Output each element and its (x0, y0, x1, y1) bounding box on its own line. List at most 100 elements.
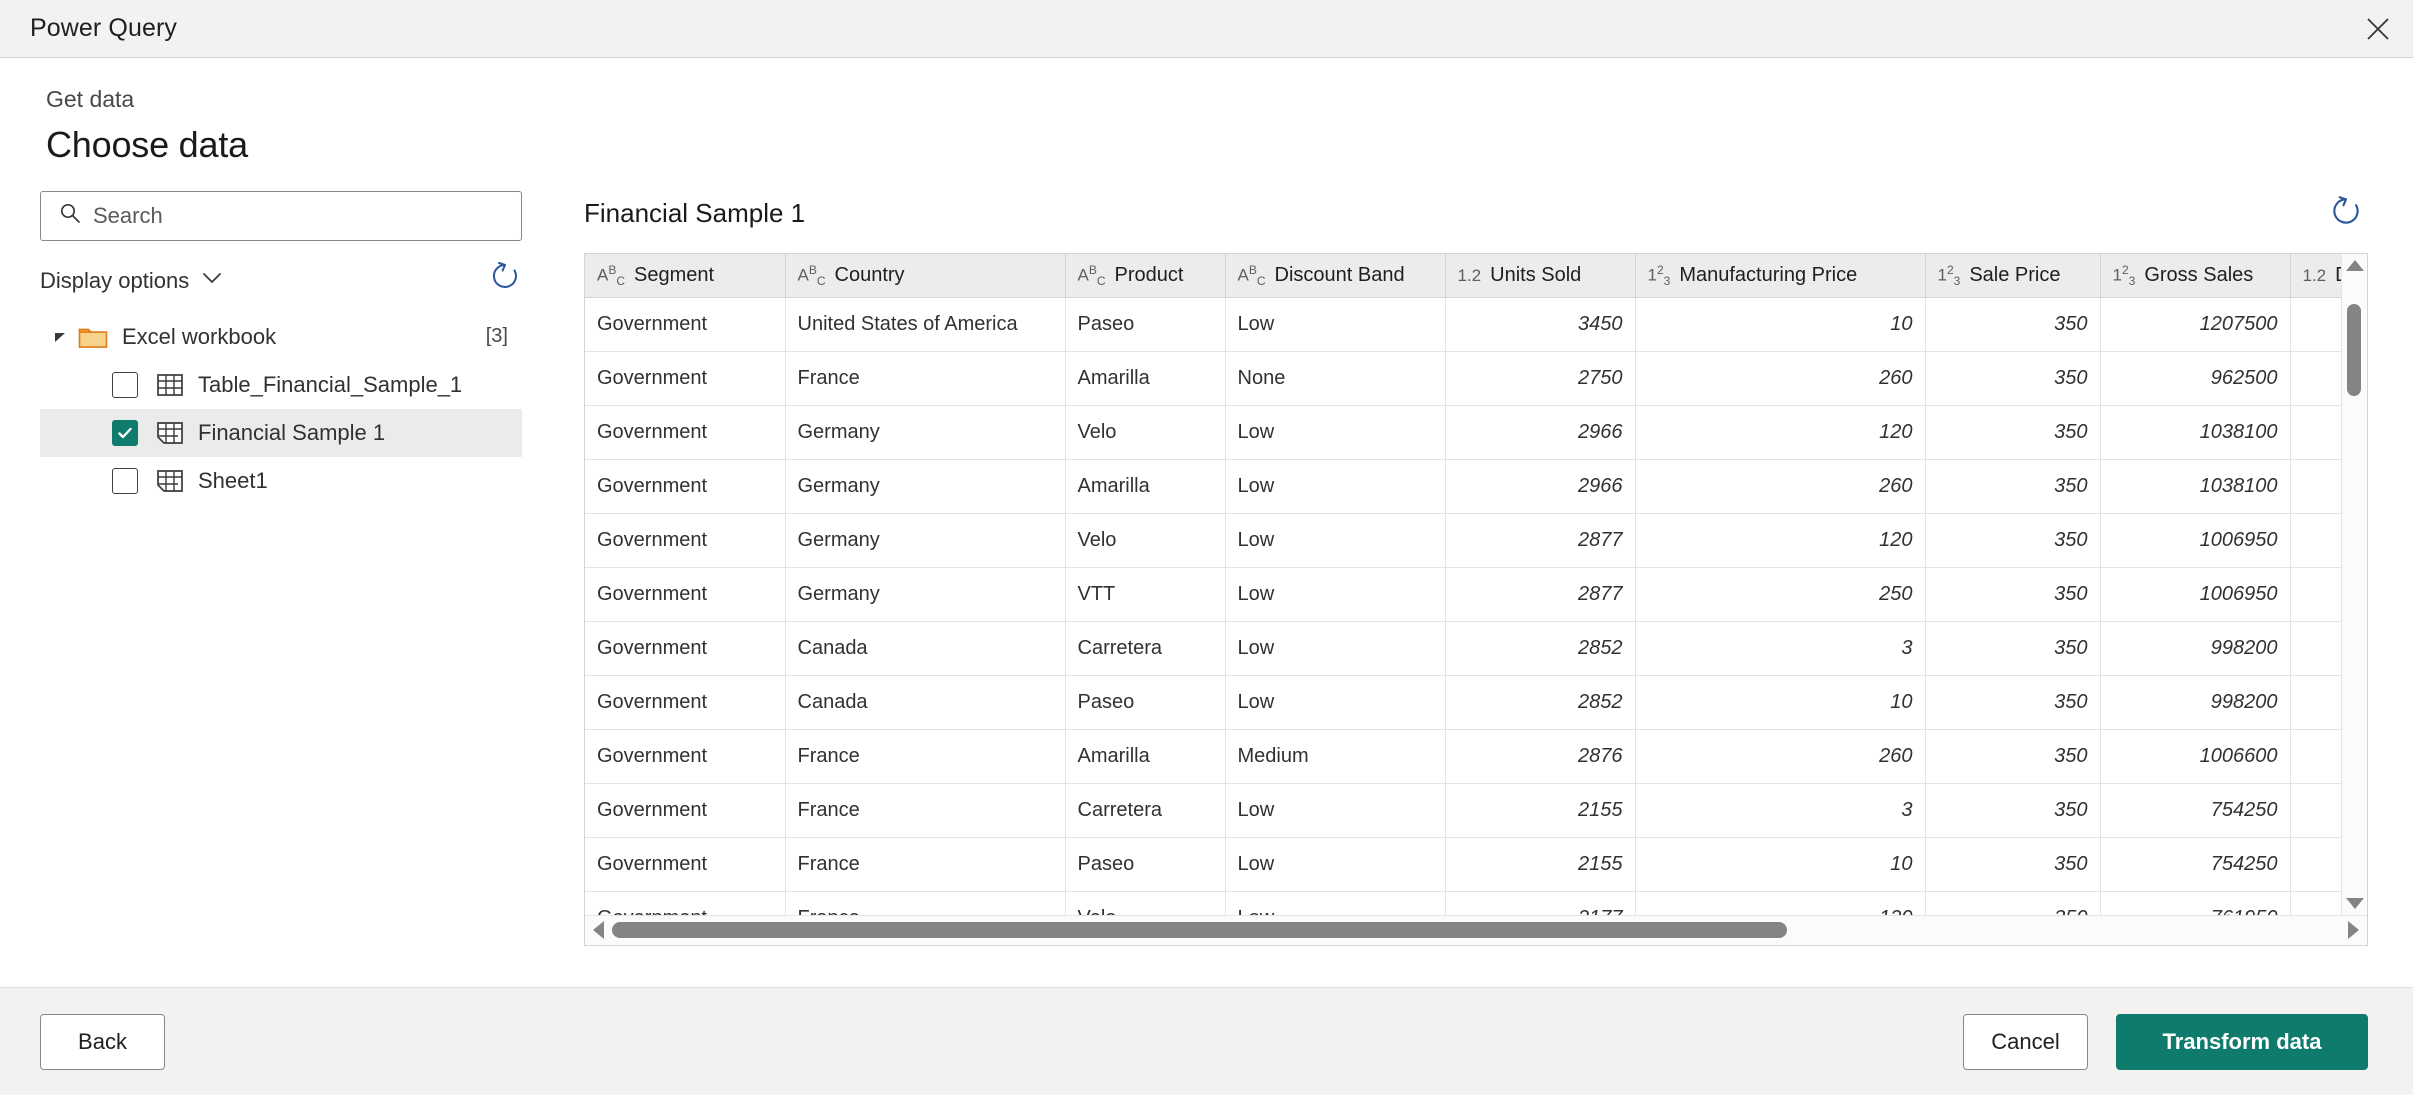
column-header-label: Country (834, 263, 905, 286)
tree-node-count: [3] (485, 325, 508, 348)
column-type-123-icon: 123 (2112, 262, 2136, 288)
column-header[interactable]: 123 Sale Price (1925, 253, 2101, 299)
horizontal-scrollbar[interactable] (585, 914, 2367, 945)
table-row[interactable]: Government France Carretera Low 2155 3 350 7542… (585, 783, 2341, 839)
search-box[interactable] (40, 190, 522, 241)
table-header-row: ABC Segment ABC Country ABC Product ABC Discoun… (585, 253, 2341, 299)
table-cell: Low (1225, 297, 1446, 353)
table-row[interactable]: Government Germany Velo Low 2966 120 350 103810… (585, 405, 2341, 461)
table-cell: 20139 (2290, 567, 2341, 623)
table-row[interactable]: Government France Amarilla None 2750 260 350 96… (585, 351, 2341, 407)
column-header[interactable]: 1.2 Discounts (2290, 253, 2341, 299)
table-cell: Government (585, 459, 786, 515)
table-cell: 350 (1925, 513, 2101, 569)
cancel-button[interactable]: Cancel (1963, 1013, 2088, 1070)
table-cell: 2876 (1445, 729, 1636, 785)
column-header[interactable]: ABC Segment (585, 253, 786, 299)
table-cell: 19964 (2290, 621, 2341, 677)
chevron-down-icon (201, 271, 223, 290)
table-cell: 2155 (1445, 837, 1636, 893)
column-header[interactable]: 123 Gross Sales (2100, 253, 2291, 299)
grid-viewport: ABC Segment ABC Country ABC Product ABC Discoun… (585, 253, 2341, 915)
table-cell: 20762 (2290, 405, 2341, 461)
table-row[interactable]: Government Germany Velo Low 2877 120 350 100695… (585, 513, 2341, 569)
scroll-down-arrow-icon[interactable] (2345, 897, 2364, 909)
tree-item-financial-sample-1[interactable]: Financial Sample 1 (40, 408, 522, 457)
tree-item-label: Table_Financial_Sample_1 (198, 371, 463, 397)
page-heading: Get data Choose data (0, 58, 2413, 166)
table-cell: 10 (1635, 297, 1926, 353)
transform-data-button[interactable]: Transform data (2116, 1013, 2368, 1070)
table-row[interactable]: GovernmentFrancePaseoLow2155103507542507… (585, 837, 2341, 893)
back-button[interactable]: Back (40, 1013, 165, 1070)
sheet-icon (156, 420, 184, 446)
table-row[interactable]: Government United States of America Paseo L… (585, 297, 2341, 353)
column-header[interactable]: ABC Discount Band (1225, 253, 1446, 299)
column-type-abc-icon: ABC (1077, 262, 1106, 288)
display-options-dropdown[interactable]: Display options (40, 268, 223, 294)
column-header-label: Product (1114, 263, 1184, 286)
column-type-1.2-icon: 1.2 (2302, 265, 2327, 285)
table-cell: 1038100 (2100, 459, 2291, 515)
table-cell: Carretera (1065, 621, 1226, 677)
table-cell: 260 (1635, 729, 1926, 785)
horizontal-scroll-thumb[interactable] (612, 922, 1788, 939)
table-cell: France (785, 891, 1066, 915)
column-header[interactable]: ABC Product (1065, 253, 1226, 299)
table-cell: 2852 (1445, 621, 1636, 677)
column-header[interactable]: ABC Country (785, 253, 1066, 299)
column-header-label: Sale Price (1969, 263, 2061, 286)
table-cell: 350 (1925, 675, 2101, 731)
column-header[interactable]: 123 Manufacturing Price (1635, 253, 1926, 299)
horizontal-scroll-track[interactable] (612, 922, 2340, 939)
triangle-expanded-icon[interactable] (50, 327, 70, 347)
tree-node-excel-workbook[interactable]: Excel workbook [3] (40, 313, 522, 361)
source-tree: Excel workbook [3] Table_Financial_Sampl… (40, 313, 522, 505)
table-cell: 19964 (2290, 675, 2341, 731)
table-row[interactable]: Government Germany Amarilla Low 2966 260 350 10… (585, 459, 2341, 515)
table-cell: 350 (1925, 459, 2101, 515)
table-cell: 20762 (2290, 459, 2341, 515)
column-type-123-icon: 123 (1937, 262, 1961, 288)
table-cell: 350 (1925, 837, 2101, 893)
table-cell: 350 (1925, 567, 2101, 623)
preview-grid: ABC Segment ABC Country ABC Product ABC Discoun… (584, 252, 2368, 946)
table-cell: 761950 (2100, 891, 2291, 915)
checkbox-sheet1[interactable] (112, 467, 138, 494)
close-icon (2365, 16, 2391, 42)
tree-item-table-financial-sample-1[interactable]: Table_Financial_Sample_1 (40, 361, 522, 409)
column-header[interactable]: 1.2 Units Sold (1445, 253, 1636, 299)
table-cell: Government (585, 297, 786, 353)
table-cell: Low (1225, 675, 1446, 731)
scroll-left-arrow-icon[interactable] (593, 921, 604, 940)
checkbox-table-financial-sample-1[interactable] (112, 371, 138, 398)
checkbox-financial-sample-1[interactable] (112, 419, 138, 446)
scroll-right-arrow-icon[interactable] (2348, 921, 2359, 940)
display-options-row: Display options (40, 261, 522, 299)
scroll-up-arrow-icon[interactable] (2345, 259, 2364, 271)
table-cell: Carretera (1065, 783, 1226, 839)
table-cell: Government (585, 405, 786, 461)
table-cell: Low (1225, 459, 1446, 515)
column-header-label: Discounts (2335, 264, 2341, 287)
preview-header: Financial Sample 1 (584, 191, 2368, 237)
table-cell: 2750 (1445, 351, 1636, 407)
column-header-label: Gross Sales (2144, 263, 2254, 286)
vertical-scroll-thumb[interactable] (2347, 303, 2361, 396)
tree-item-sheet1[interactable]: Sheet1 (40, 457, 522, 505)
table-cell: Government (585, 351, 786, 407)
table-cell: 350 (1925, 891, 2101, 915)
refresh-preview-button[interactable] (2328, 193, 2364, 234)
table-cell: 20139 (2290, 513, 2341, 569)
table-row[interactable]: Government Germany VTT Low 2877 250 350 1006950… (585, 567, 2341, 623)
table-cell: 2966 (1445, 405, 1636, 461)
table-row[interactable]: Government Canada Carretera Low 2852 3 350 9982… (585, 621, 2341, 677)
search-input[interactable] (91, 201, 509, 230)
table-row[interactable]: Government France Amarilla Medium 2876 260 350… (585, 729, 2341, 785)
column-type-abc-icon: ABC (797, 262, 826, 288)
refresh-navigator-button[interactable] (488, 259, 522, 298)
close-button[interactable] (2343, 0, 2413, 57)
table-cell: Low (1225, 567, 1446, 623)
table-row[interactable]: GovernmentCanadaPaseoLow2852103509982001… (585, 675, 2341, 731)
table-row[interactable]: GovernmentFranceVeloLow21771203507619503… (585, 891, 2341, 915)
